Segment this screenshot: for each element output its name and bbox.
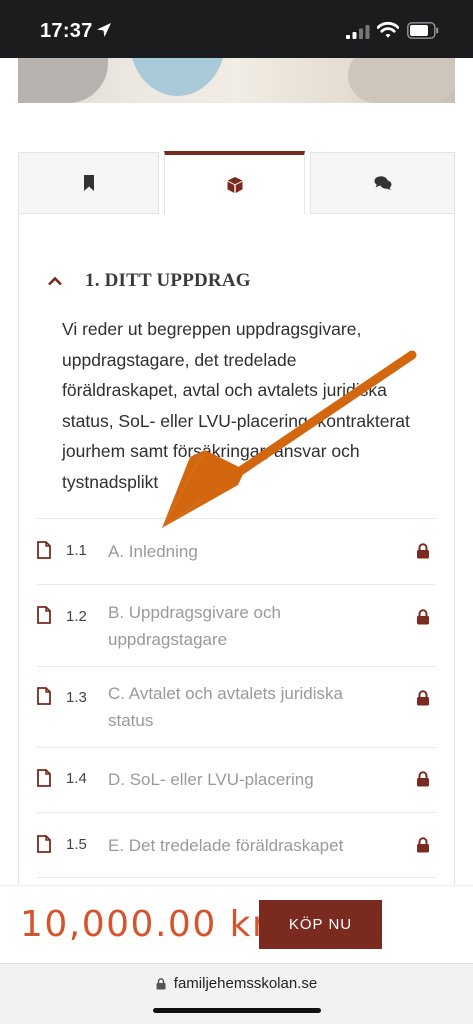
cube-icon bbox=[227, 177, 242, 193]
lesson-number: 1.2 bbox=[66, 608, 87, 625]
lesson-row[interactable]: 1.5 E. Det tredelade föräldraskapet bbox=[37, 812, 436, 878]
course-tabs bbox=[18, 151, 455, 215]
bookmark-icon bbox=[83, 175, 94, 191]
course-price: 10,000.00 kr bbox=[20, 904, 269, 945]
document-icon bbox=[37, 687, 51, 705]
lock-icon bbox=[156, 977, 166, 989]
buy-now-button[interactable]: KÖP NU bbox=[259, 900, 382, 949]
lesson-number: 1.3 bbox=[66, 689, 87, 706]
document-icon bbox=[37, 606, 51, 624]
cellular-signal-icon bbox=[346, 25, 370, 39]
lesson-title[interactable]: E. Det tredelade föräldraskapet bbox=[108, 832, 348, 859]
document-icon bbox=[37, 769, 51, 787]
lesson-row[interactable]: 1.4 D. SoL- eller LVU-placering bbox=[37, 747, 436, 812]
lesson-number: 1.5 bbox=[66, 836, 87, 853]
lock-icon bbox=[417, 609, 429, 625]
lock-icon bbox=[417, 690, 429, 706]
comments-icon bbox=[374, 176, 391, 190]
lesson-row[interactable]: 1.1 A. Inledning bbox=[37, 518, 436, 584]
section-title: 1. DITT UPPDRAG bbox=[85, 270, 251, 291]
tab-curriculum[interactable] bbox=[164, 151, 305, 215]
lesson-row[interactable]: 1.3 C. Avtalet och avtalets juridiska st… bbox=[37, 666, 436, 747]
section-header[interactable]: 1. DITT UPPDRAG bbox=[47, 266, 251, 296]
status-time: 17:37 bbox=[40, 20, 93, 42]
tab-reviews[interactable] bbox=[310, 152, 455, 214]
lock-icon bbox=[417, 543, 429, 559]
browser-url-bar[interactable] bbox=[0, 963, 473, 1024]
document-icon bbox=[37, 541, 51, 559]
location-arrow-icon bbox=[97, 23, 111, 37]
hero-image bbox=[18, 58, 455, 103]
lesson-title[interactable]: A. Inledning bbox=[108, 538, 348, 565]
document-icon bbox=[37, 835, 51, 853]
lesson-title[interactable]: D. SoL- eller LVU-placering bbox=[108, 766, 348, 793]
lock-icon bbox=[417, 837, 429, 853]
url-text: familjehemsskolan.se bbox=[173, 975, 318, 992]
lesson-title[interactable]: C. Avtalet och avtalets juridiska status bbox=[108, 680, 348, 734]
lesson-number: 1.1 bbox=[66, 542, 87, 559]
lesson-number: 1.4 bbox=[66, 770, 87, 787]
browser-address[interactable]: familjehemsskolan.se bbox=[0, 975, 473, 992]
home-indicator[interactable] bbox=[153, 1008, 321, 1013]
lesson-title[interactable]: B. Uppdragsgivare och uppdragstagare bbox=[108, 599, 348, 653]
chevron-up-icon[interactable] bbox=[47, 275, 63, 287]
lock-icon bbox=[417, 771, 429, 787]
tab-overview[interactable] bbox=[18, 152, 159, 214]
lesson-row[interactable]: 1.2 B. Uppdragsgivare och uppdragstagare bbox=[37, 584, 436, 666]
status-bar: 17:37 bbox=[0, 0, 473, 58]
section-description: Vi reder ut begreppen uppdragsgivare, up… bbox=[62, 319, 410, 492]
battery-icon bbox=[407, 22, 439, 39]
wifi-icon bbox=[377, 21, 399, 38]
